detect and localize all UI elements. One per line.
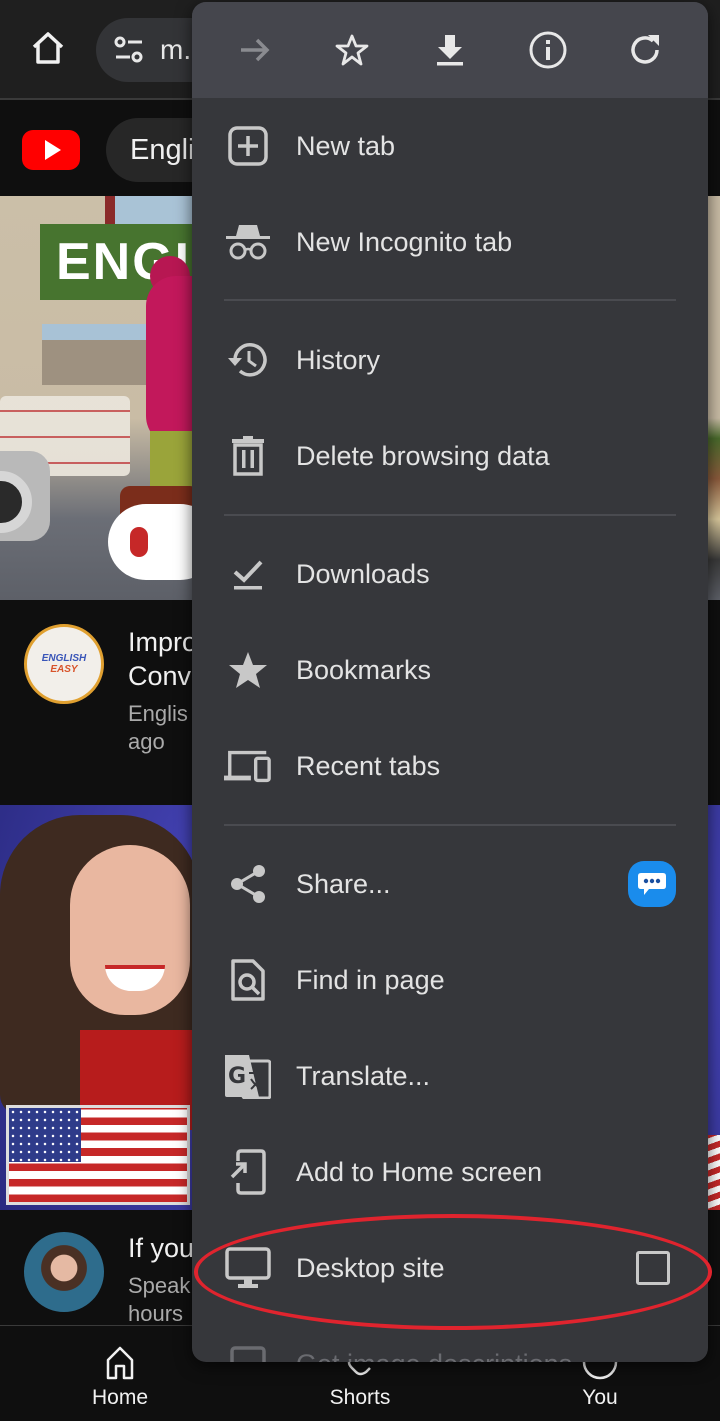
find-in-page-icon — [231, 959, 265, 1001]
download-button[interactable] — [426, 26, 474, 74]
reload-button[interactable] — [621, 26, 669, 74]
bookmark-button[interactable] — [328, 26, 376, 74]
video-title[interactable]: Impro — [128, 626, 198, 658]
menu-item-delete-browsing-data[interactable]: Delete browsing data — [192, 408, 708, 504]
avatar-text: EASY — [50, 664, 78, 675]
forward-button[interactable] — [231, 26, 279, 74]
menu-item-downloads[interactable]: Downloads — [192, 526, 708, 622]
downloads-check-icon — [233, 560, 263, 590]
menu-item-share[interactable]: Share... — [192, 836, 708, 932]
menu-item-label: Downloads — [296, 558, 430, 589]
us-flag-image — [6, 1105, 190, 1205]
menu-item-label: Find in page — [296, 964, 445, 995]
home-icon — [106, 1346, 134, 1380]
menu-divider — [224, 824, 676, 826]
checkbox-icon — [230, 1346, 266, 1362]
video-subtitle: Speak — [128, 1273, 191, 1298]
channel-avatar[interactable]: ENGLISH EASY — [24, 624, 104, 704]
channel-avatar[interactable] — [24, 1232, 104, 1312]
menu-item-label: Share... — [296, 868, 391, 899]
incognito-icon — [226, 225, 270, 260]
menu-divider — [224, 299, 676, 301]
desktop-icon — [225, 1247, 271, 1288]
play-icon — [45, 140, 61, 160]
menu-item-label: History — [296, 344, 381, 375]
history-icon — [228, 343, 267, 377]
menu-item-label: New Incognito tab — [296, 226, 513, 257]
menu-item-get-image-descriptions[interactable]: Get image descriptions — [192, 1316, 708, 1362]
video-title[interactable]: Conv — [128, 660, 198, 692]
star-icon — [229, 652, 267, 688]
menu-item-label: Bookmarks — [296, 654, 432, 685]
menu-item-recent-tabs[interactable]: Recent tabs — [192, 718, 708, 814]
video-subtitle: hours — [128, 1301, 184, 1326]
menu-toolbar — [192, 2, 708, 98]
page-info-button[interactable] — [524, 26, 572, 74]
messages-app-icon — [638, 873, 666, 895]
messages-app-button[interactable] — [628, 861, 676, 907]
thumbnail-art — [115, 196, 195, 226]
share-icon — [231, 865, 265, 903]
video-subtitle: Englis — [128, 701, 188, 726]
menu-item-label: Recent tabs — [296, 750, 441, 781]
add-to-home-icon — [230, 1149, 266, 1195]
home-icon — [32, 32, 64, 64]
chrome-overflow-menu: New tab New Incognito tab History Delete… — [192, 2, 708, 1362]
menu-item-desktop-site[interactable]: Desktop site — [192, 1220, 708, 1316]
trash-icon — [232, 436, 264, 476]
tune-icon[interactable] — [112, 33, 146, 67]
menu-item-find-in-page[interactable]: Find in page — [192, 932, 708, 1028]
thumbnail-art — [42, 340, 152, 385]
star-outline-icon — [335, 34, 369, 66]
nav-home[interactable]: Home — [60, 1326, 180, 1421]
reload-icon — [631, 35, 660, 64]
youtube-logo[interactable] — [22, 130, 80, 170]
menu-item-label: New tab — [296, 130, 396, 161]
menu-item-translate[interactable]: G Translate... — [192, 1028, 708, 1124]
desktop-site-checkbox[interactable] — [636, 1251, 670, 1285]
menu-item-bookmarks[interactable]: Bookmarks — [192, 622, 708, 718]
video-title[interactable]: If you — [128, 1232, 198, 1264]
menu-item-new-tab[interactable]: New tab — [192, 98, 708, 194]
thumbnail-art — [105, 196, 115, 226]
menu-item-history[interactable]: History — [192, 312, 708, 408]
devices-icon — [224, 750, 271, 783]
home-button[interactable] — [24, 24, 72, 72]
video-subtitle: ago — [128, 729, 165, 754]
info-icon — [529, 31, 567, 69]
menu-item-label: Get image descriptions — [296, 1349, 572, 1363]
menu-item-label: Delete browsing data — [296, 440, 550, 471]
arrow-right-icon — [240, 38, 270, 62]
menu-item-new-incognito-tab[interactable]: New Incognito tab — [192, 194, 708, 290]
menu-divider — [224, 514, 676, 516]
avatar-text: ENGLISH — [41, 653, 87, 664]
menu-item-label: Translate... — [296, 1060, 431, 1091]
microphone-icon — [130, 527, 148, 557]
menu-item-label: Add to Home screen — [296, 1156, 543, 1187]
menu-item-add-to-home-screen[interactable]: Add to Home screen — [192, 1124, 708, 1220]
new-tab-icon — [228, 126, 268, 166]
nav-label: You — [582, 1386, 618, 1409]
translate-icon: G — [225, 1055, 271, 1099]
flag-canton — [9, 1108, 81, 1162]
menu-item-label: Desktop site — [296, 1252, 445, 1283]
url-text: m. — [160, 34, 192, 65]
svg-text:G: G — [228, 1064, 246, 1089]
download-icon — [436, 35, 463, 66]
nav-label: Shorts — [329, 1386, 391, 1409]
nav-label: Home — [91, 1386, 149, 1409]
